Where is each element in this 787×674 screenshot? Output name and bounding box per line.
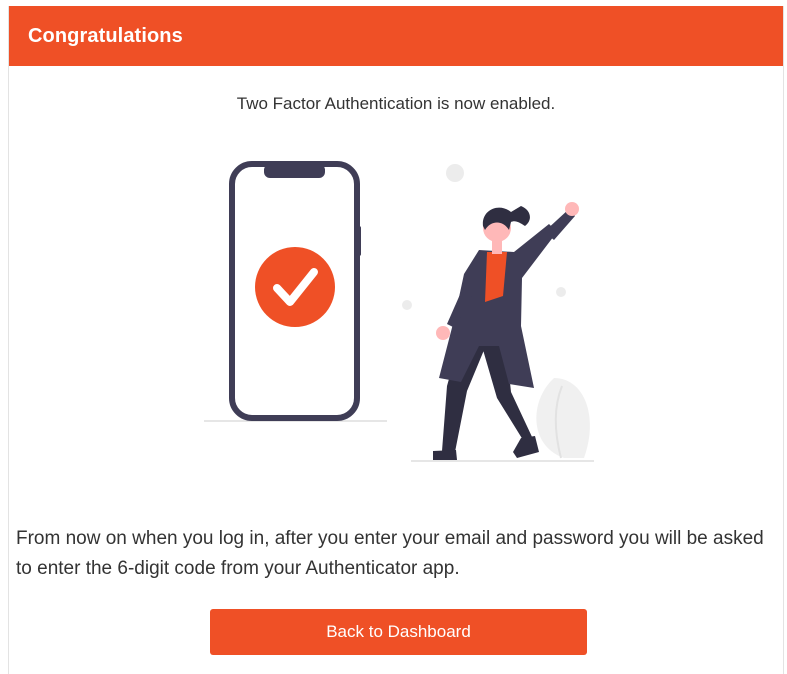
back-to-dashboard-button[interactable]: Back to Dashboard (210, 609, 587, 655)
checkmark-icon (255, 247, 335, 327)
smartphone-icon (229, 161, 361, 421)
decor-circle (446, 164, 464, 182)
card-title: Congratulations (28, 24, 183, 47)
success-card: Congratulations Two Factor Authenticatio… (8, 6, 784, 674)
status-message: Two Factor Authentication is now enabled… (236, 94, 556, 113)
plant-icon (536, 378, 590, 459)
celebrating-person (433, 202, 579, 460)
card-header: Congratulations (9, 6, 783, 66)
instructions-text: From now on when you log in, after you e… (16, 528, 764, 579)
decor-circle (556, 287, 566, 297)
decor-circle (402, 300, 412, 310)
